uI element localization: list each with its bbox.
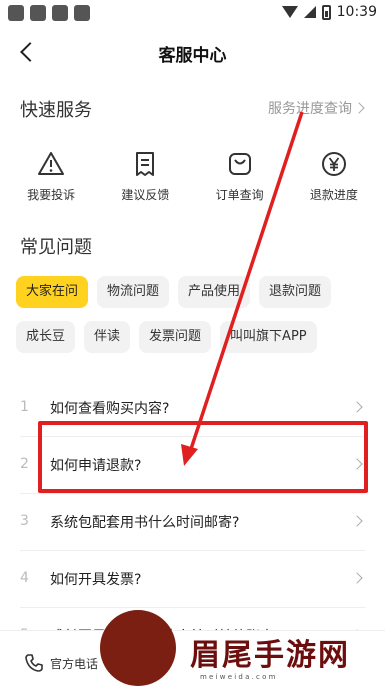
watermark-logo	[100, 610, 176, 686]
watermark-text: 眉尾手游网	[190, 638, 350, 673]
phone-icon[interactable]	[24, 653, 44, 673]
official-phone-label[interactable]: 官方电话	[50, 655, 98, 672]
watermark-subtext: m e i w e i d a . c o m	[200, 673, 276, 681]
annotation-arrow-icon	[181, 111, 304, 466]
